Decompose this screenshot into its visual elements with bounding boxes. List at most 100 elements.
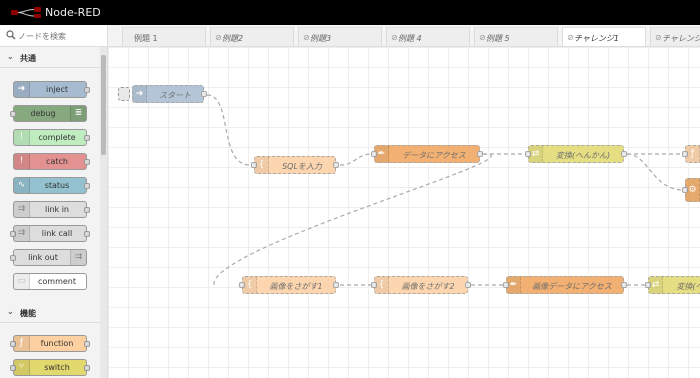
flow-node-start[interactable]: ➜ スタート [132,85,207,103]
arrow-right-icon: ➜ [14,82,30,97]
flow-node-label: 変換(へんかん) [555,151,611,160]
tab-example-5[interactable]: ⊘ 例題 5 [474,27,558,46]
output-port [84,341,90,347]
flow-node-data-access[interactable]: ✒ データにアクセス [371,145,483,163]
palette-node-debug[interactable]: debug ≣ [10,105,87,122]
palette-node-link-in[interactable]: ⇉ link in [13,201,90,218]
tab-challenge-1[interactable]: ⊘ チャレンジ1 [562,27,646,46]
flow-node-image-data-access[interactable]: ✒ 画像データにアクセス [503,276,627,294]
disabled-icon: ⊘ [303,33,310,42]
palette-node-label: link call [41,229,73,238]
link-icon: ⇉ [14,202,30,217]
flow-node-convert-2[interactable]: ⇄ 変換(へ [645,276,700,294]
category-common-header[interactable]: ⌄ 共通 [0,48,100,68]
palette-node-label: comment [37,277,76,286]
palette-node-link-call[interactable]: ⇉ link call [10,225,90,242]
template-icon: { [255,157,269,173]
tab-example-3[interactable]: ⊘ 例題3 [298,27,382,46]
palette-node-catch[interactable]: ! catch [13,153,90,170]
output-port [201,91,207,97]
category-function-header[interactable]: ⌄ 機能 [0,303,100,323]
tab-challenge-2[interactable]: ⊘ チャレンジ [650,27,700,46]
feather-icon: ✒ [507,277,521,293]
palette-node-function[interactable]: ƒ function [10,335,90,352]
palette-node-label: complete [38,133,76,142]
function-icon: ƒ [14,336,30,351]
chevron-down-icon: ⌄ [7,307,14,316]
palette-search-input[interactable] [18,28,102,44]
palette-node-switch[interactable]: ⑂ switch [10,359,90,376]
flow-workspace[interactable]: ➜ スタート { SQLを入力 ✒ データにアクセス ⇄ 変換(へんかん) ƒ … [108,47,700,378]
flow-node-partial-function[interactable]: ƒ [682,145,700,163]
palette-node-label: inject [46,85,68,94]
link-icon: ⇉ [70,250,86,265]
disabled-icon: ⊘ [567,33,574,42]
template-icon: { [375,277,389,293]
comment-icon: ▭ [14,274,30,289]
tab-example-4[interactable]: ⊘ 例題 4 [386,27,470,46]
output-port [84,159,90,165]
output-port [621,282,627,288]
palette-node-link-out[interactable]: link out ⇉ [10,249,87,266]
tab-example-2[interactable]: ⊘ 例題2 [210,27,294,46]
app-title: Node-RED [45,6,101,19]
palette-search [0,25,107,47]
tab-label: チャレンジ1 [574,34,620,43]
input-port [10,111,16,117]
flow-node-convert[interactable]: ⇄ 変換(へんかん) [525,145,627,163]
link-icon: ⇉ [14,226,30,241]
palette-node-status[interactable]: ∿ status [13,177,90,194]
tab-label: 例題 5 [486,34,510,43]
output-port [477,151,483,157]
header-bar: Node-RED [0,0,700,25]
tab-label: チャレンジ [662,34,700,43]
palette-node-label: function [40,339,74,348]
palette-scroll-thumb[interactable] [101,55,106,155]
flow-node-label: 画像をさがす2 [401,282,455,291]
output-port [84,87,90,93]
flow-node-sql-input[interactable]: { SQLを入力 [251,156,339,174]
palette-node-label: status [44,181,70,190]
workspace-tabs: 例題 1 ⊘ 例題2 ⊘ 例題3 ⊘ 例題 4 ⊘ 例題 5 ⊘ チャレンジ1 … [108,25,700,47]
wire [206,94,251,166]
output-port [84,183,90,189]
list-icon: ≣ [70,106,86,121]
flow-node-label: スタート [159,91,191,100]
inject-trigger-button[interactable] [118,87,130,101]
output-port [333,162,339,168]
exclamation-icon: ! [14,130,30,145]
flow-node-find-image-2[interactable]: { 画像をさがす2 [371,276,471,294]
palette-node-label: link out [28,253,58,262]
output-port [84,365,90,371]
output-port [84,231,90,237]
search-icon [6,30,16,40]
flow-node-label: SQLを入力 [282,162,322,171]
palette-node-inject[interactable]: ➜ inject [13,81,90,98]
switch-icon: ⑂ [14,360,30,375]
pulse-icon: ∿ [14,178,30,193]
tab-example-1[interactable]: 例題 1 [122,27,206,46]
tab-label: 例題 1 [134,34,158,43]
output-port [333,282,339,288]
disabled-icon: ⊘ [479,33,486,42]
input-port [10,255,16,261]
function-icon: ƒ [686,146,700,162]
exclamation-icon: ! [14,154,30,169]
output-port [84,135,90,141]
flow-node-label: データにアクセス [402,151,466,160]
flow-node-partial-gear[interactable]: ⚙ [682,178,700,202]
tab-label: 例題 4 [398,34,422,43]
node-red-logo-icon [11,7,41,18]
chevron-down-icon: ⌄ [7,52,14,61]
category-label: 機能 [20,309,36,318]
flow-node-find-image-1[interactable]: { 画像をさがす1 [239,276,339,294]
wire [626,153,684,191]
palette-node-complete[interactable]: ! complete [13,129,90,146]
disabled-icon: ⊘ [655,33,662,42]
arrow-right-icon: ➜ [133,86,147,102]
palette-node-comment[interactable]: ▭ comment [13,273,87,290]
flow-node-label: 変換(へ [676,282,700,291]
disabled-icon: ⊘ [215,33,222,42]
tab-label: 例題3 [310,34,332,43]
output-port [465,282,471,288]
